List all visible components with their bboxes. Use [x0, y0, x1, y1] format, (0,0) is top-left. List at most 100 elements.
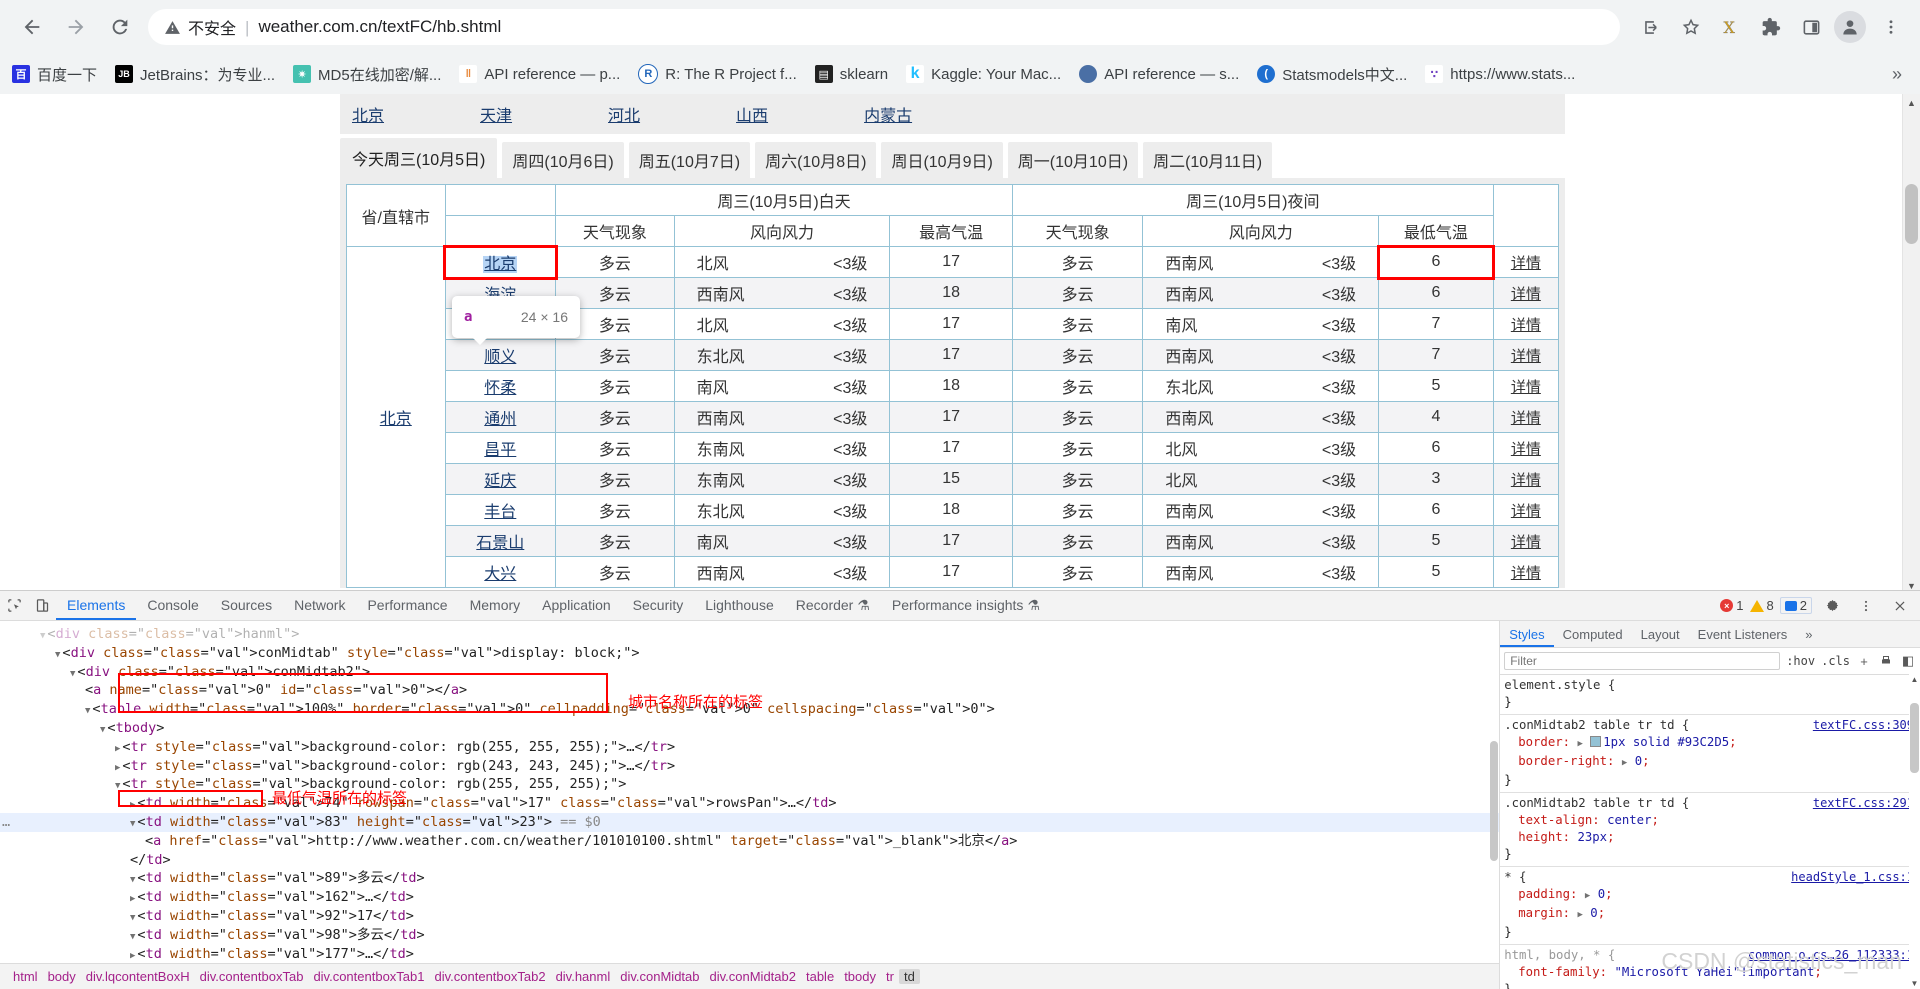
devtools-tab-performance[interactable]: Performance [356, 591, 458, 620]
city-cell[interactable]: 延庆 [445, 464, 556, 495]
element-classes-button[interactable]: .cls [1821, 654, 1850, 668]
styles-scrollbar[interactable]: ▲ ▼ [1909, 673, 1920, 989]
dom-tree-line[interactable]: ▶<td width="class="val">162">…</td> [0, 888, 1499, 907]
devtools-close-icon[interactable] [1886, 592, 1914, 620]
detail-link[interactable]: 详情 [1511, 534, 1541, 551]
detail-link[interactable]: 详情 [1511, 286, 1541, 303]
style-property[interactable]: text-align: center; [1504, 812, 1920, 829]
dom-tree-line[interactable]: ▼<td width="class="val">92">17</td> [0, 907, 1499, 926]
dom-tree-line[interactable]: ▶<td width="class="val">177">…</td> [0, 945, 1499, 964]
expand-arrow-icon[interactable]: ▶ [1577, 739, 1582, 749]
detail-cell[interactable]: 详情 [1493, 464, 1558, 495]
disclosure-triangle-collapsed[interactable]: ▶ [115, 744, 120, 754]
expand-arrow-icon[interactable]: ▶ [1577, 910, 1582, 920]
url-text[interactable]: weather.com.cn/textFC/hb.shtml [258, 17, 501, 37]
day-tab-1[interactable]: 周四(10月6日) [502, 142, 623, 178]
disclosure-triangle-expanded[interactable]: ▼ [130, 875, 135, 885]
dom-tree-pane[interactable]: ▼<div class="class="val">hanml">▼<div cl… [0, 621, 1499, 989]
disclosure-triangle-collapsed[interactable]: ▶ [130, 800, 135, 810]
detail-link[interactable]: 详情 [1511, 410, 1541, 427]
day-tab-4[interactable]: 周日(10月9日) [881, 142, 1002, 178]
detail-cell[interactable]: 详情 [1493, 402, 1558, 433]
city-cell[interactable]: 大兴 [445, 557, 556, 588]
side-panel-icon[interactable] [1792, 8, 1830, 46]
breadcrumb-item[interactable]: div.conMidtab [615, 969, 704, 984]
styles-tab-layout[interactable]: Layout [1632, 622, 1689, 647]
breadcrumb-item[interactable]: div.hanml [551, 969, 616, 984]
bookmark-item[interactable]: ✷MD5在线加密/解... [293, 64, 441, 85]
city-cell[interactable]: 通州 [445, 402, 556, 433]
detail-link[interactable]: 详情 [1511, 348, 1541, 365]
force-state-hov-button[interactable]: :hov [1786, 654, 1815, 668]
dom-tree-line[interactable]: ▶<tr style="class="val">background-color… [0, 738, 1499, 757]
disclosure-triangle-expanded[interactable]: ▼ [130, 932, 135, 942]
styles-scrollbar-thumb[interactable] [1910, 703, 1919, 773]
grammarly-icon[interactable]: X [1712, 8, 1750, 46]
city-link[interactable]: 顺义 [484, 349, 516, 366]
city-link[interactable]: 石景山 [476, 535, 524, 552]
style-rule[interactable]: .conMidtab2 table tr td {textFC.css:291t… [1500, 793, 1920, 867]
error-count-badge[interactable]: × 1 [1720, 598, 1743, 613]
dom-tree-line[interactable]: ▼<td width="class="val">83" height="clas… [0, 813, 1499, 832]
province-link-tianjin[interactable]: 天津 [480, 102, 512, 126]
extensions-icon[interactable] [1752, 8, 1790, 46]
detail-link[interactable]: 详情 [1511, 503, 1541, 520]
disclosure-triangle-expanded[interactable]: ▼ [70, 669, 75, 679]
style-rule[interactable]: * {headStyle_1.css:1padding: ▶ 0;margin:… [1500, 867, 1920, 945]
province-link-beijing[interactable]: 北京 [352, 102, 384, 126]
city-cell[interactable]: 昌平 [445, 433, 556, 464]
province-link-hebei[interactable]: 河北 [608, 102, 640, 126]
disclosure-triangle-expanded[interactable]: ▼ [130, 819, 135, 829]
page-scrollbar-thumb[interactable] [1905, 184, 1918, 244]
detail-cell[interactable]: 详情 [1493, 557, 1558, 588]
style-value[interactable]: center [1607, 813, 1651, 827]
dom-tree-line[interactable]: ▶<tr style="class="val">background-color… [0, 757, 1499, 776]
style-property[interactable]: border: ▶ 1px solid #93C2D5; [1504, 734, 1920, 753]
detail-cell[interactable]: 详情 [1493, 309, 1558, 340]
bookmark-item[interactable]: ▤sklearn [815, 65, 888, 83]
disclosure-triangle-expanded[interactable]: ▼ [40, 631, 45, 641]
devtools-tab-sources[interactable]: Sources [210, 591, 283, 620]
breadcrumb-item[interactable]: td [899, 969, 920, 984]
style-source-link[interactable]: textFC.css:291 [1813, 795, 1914, 812]
bookmark-item[interactable]: ∵https://www.stats... [1425, 65, 1575, 83]
chrome-menu-icon[interactable] [1872, 8, 1910, 46]
dom-tree-line[interactable]: ▶<td width="class="val">74" rowspan="cla… [0, 794, 1499, 813]
styles-tab-styles[interactable]: Styles [1500, 622, 1553, 647]
devtools-tab-memory[interactable]: Memory [459, 591, 532, 620]
city-link[interactable]: 怀柔 [484, 380, 516, 397]
disclosure-triangle-expanded[interactable]: ▼ [115, 781, 120, 791]
styles-scroll-up-arrow[interactable]: ▲ [1909, 673, 1920, 685]
detail-link[interactable]: 详情 [1511, 565, 1541, 582]
devtools-tab-elements[interactable]: Elements [56, 591, 136, 620]
omnibox[interactable]: 不安全 | weather.com.cn/textFC/hb.shtml [148, 9, 1620, 45]
bookmark-item[interactable]: 百百度一下 [12, 64, 97, 85]
styles-tab-computed[interactable]: Computed [1554, 622, 1632, 647]
city-link[interactable]: 北京 [483, 256, 517, 273]
share-icon[interactable] [1632, 8, 1670, 46]
device-toolbar-icon[interactable] [28, 592, 56, 620]
devtools-tab-performance-insights[interactable]: Performance insights ⚗ [881, 591, 1051, 620]
bookmark-item[interactable]: JBJetBrains：为专业... [115, 64, 275, 85]
devtools-tab-application[interactable]: Application [531, 591, 622, 620]
style-value[interactable]: 0 [1598, 887, 1605, 901]
new-style-rule-icon[interactable]: + [1856, 653, 1872, 669]
disclosure-triangle-collapsed[interactable]: ▶ [130, 951, 135, 961]
bookmark-item[interactable]: ‖API reference — p... [459, 65, 620, 83]
city-link[interactable]: 大兴 [484, 566, 516, 583]
devtools-tab-lighthouse[interactable]: Lighthouse [694, 591, 785, 620]
breadcrumb-item[interactable]: div.contentboxTab2 [430, 969, 551, 984]
day-tab-5[interactable]: 周一(10月10日) [1008, 142, 1138, 178]
dom-tree-line[interactable]: ▼<div class="class="val">hanml"> [0, 625, 1499, 644]
breadcrumb-item[interactable]: div.conMidtab2 [705, 969, 801, 984]
settings-gear-icon[interactable] [1818, 592, 1846, 620]
forward-arrow-icon[interactable] [54, 5, 98, 49]
color-swatch[interactable] [1590, 736, 1601, 747]
scroll-up-arrow[interactable]: ▲ [1903, 94, 1920, 111]
toggle-sidebar-icon[interactable]: ◧ [1900, 653, 1916, 669]
city-cell[interactable]: 丰台 [445, 495, 556, 526]
styles-scroll-down-arrow[interactable]: ▼ [1909, 977, 1920, 989]
disclosure-triangle-expanded[interactable]: ▼ [100, 725, 105, 735]
detail-cell[interactable]: 详情 [1493, 340, 1558, 371]
style-property[interactable]: padding: ▶ 0; [1504, 886, 1920, 905]
